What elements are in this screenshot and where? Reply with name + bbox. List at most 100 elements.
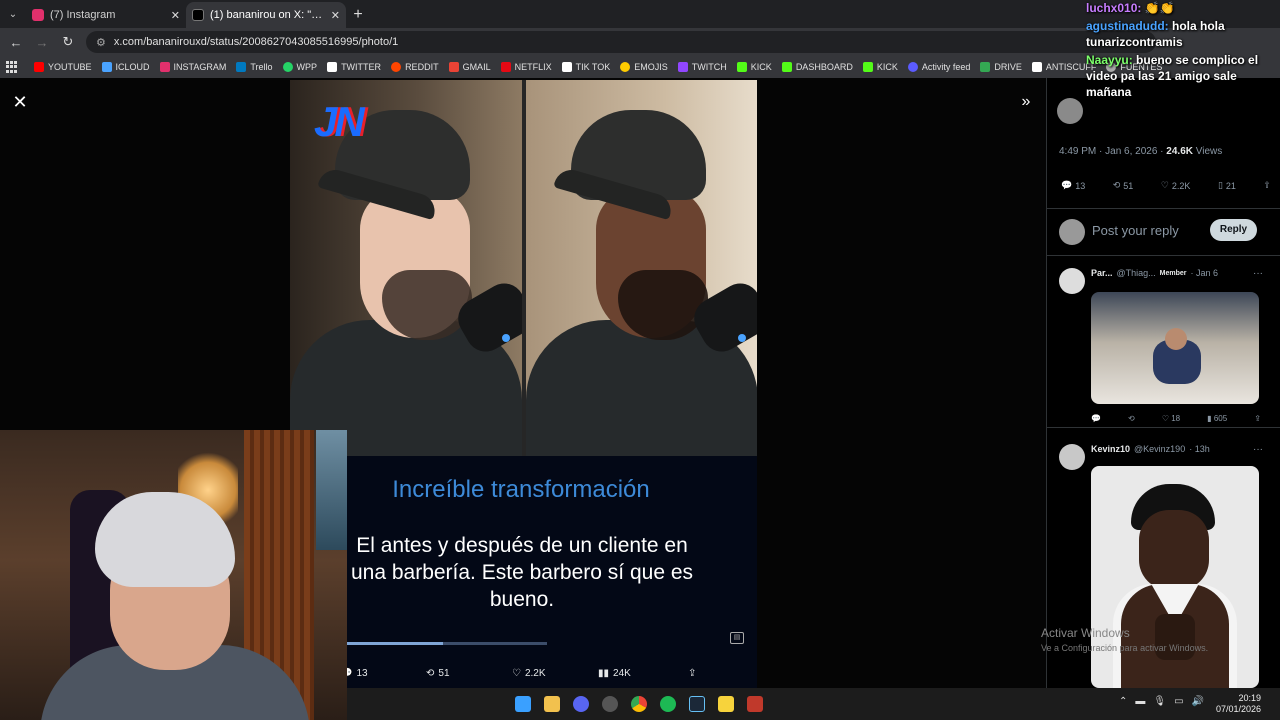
- share-icon: ⇪: [688, 667, 697, 679]
- repost-icon: ⟲: [426, 667, 435, 679]
- twitch-icon: [677, 62, 688, 72]
- tab-search-button[interactable]: ⌄: [0, 0, 26, 28]
- discord-icon[interactable]: [573, 696, 589, 712]
- bookmark-twitch[interactable]: TWITCH: [677, 62, 727, 72]
- system-clock[interactable]: 20:19 07/01/2026: [1205, 693, 1261, 715]
- reload-icon[interactable]: ↻: [60, 34, 76, 50]
- alt-text-icon[interactable]: ▤: [730, 632, 744, 644]
- bookmark-icloud[interactable]: ICLOUD: [101, 62, 150, 72]
- site-info-icon[interactable]: ⚙: [96, 36, 106, 49]
- tray-expand-icon[interactable]: ⌃: [1119, 696, 1127, 707]
- bookmark-kick[interactable]: KICK: [736, 62, 772, 72]
- x-icon: [192, 9, 204, 21]
- instagram-icon: [32, 9, 44, 21]
- windows-activation-subtitle: Ve a Configuración para activar Windows.: [1041, 643, 1209, 653]
- chat-user: agustinadudd:: [1086, 19, 1169, 33]
- repost-icon[interactable]: ⟲: [1128, 414, 1135, 423]
- bookmark-drive[interactable]: DRIVE: [980, 62, 1022, 72]
- new-tab-button[interactable]: +: [346, 2, 370, 28]
- expand-sidebar-icon[interactable]: »: [1016, 92, 1036, 112]
- close-tab-icon[interactable]: ✕: [331, 9, 340, 22]
- reply-post[interactable]: Par... @Thiag... Member · Jan 6 ··· 💬 ⟲ ♡ 1…: [1047, 268, 1280, 428]
- reply-icon[interactable]: 💬: [1091, 414, 1101, 423]
- tab-x-post[interactable]: (1) bananirou on X: "https://t.co ✕: [186, 2, 346, 28]
- reply-sidebar: 4:49 PM · Jan 6, 2026 · 24.6K Views 💬 13 …: [1046, 78, 1280, 688]
- reply-action[interactable]: 💬13: [340, 664, 426, 682]
- reply-input[interactable]: Post your reply: [1092, 223, 1179, 238]
- bookmark-emojis[interactable]: EMOJIS: [620, 62, 668, 72]
- like-count[interactable]: ♡ 18: [1162, 414, 1180, 423]
- more-options-icon[interactable]: ···: [1253, 444, 1263, 455]
- bookmark-wpp[interactable]: WPP: [282, 62, 317, 72]
- caption-title: Increíble transformación: [392, 476, 650, 503]
- trello-icon: [236, 62, 247, 72]
- bookmark-count[interactable]: ▯ 21: [1218, 180, 1236, 191]
- instagram-icon: [159, 62, 170, 72]
- back-icon[interactable]: ←: [8, 35, 24, 50]
- reply-avatar[interactable]: [1059, 444, 1085, 470]
- reply-actions: 💬 ⟲ ♡ 18 ▮ 605 ⇪: [1091, 414, 1261, 423]
- apps-grid-icon[interactable]: [6, 61, 18, 73]
- bookmark-activity-feed[interactable]: Activity feed: [907, 62, 970, 72]
- windows-start-icon[interactable]: [515, 696, 531, 712]
- bookmark-netflix[interactable]: NETFLIX: [500, 62, 552, 72]
- x-icon: [327, 62, 338, 72]
- url-text: x.com/bananirouxd/status/200862704308551…: [113, 36, 399, 48]
- tweet-photo[interactable]: JN: [290, 80, 757, 458]
- more-options-icon[interactable]: ···: [1253, 268, 1263, 279]
- bookmark-reddit[interactable]: REDDIT: [391, 62, 439, 72]
- share-action[interactable]: ⇪: [688, 664, 696, 682]
- views-count[interactable]: ▮ 605: [1207, 414, 1227, 423]
- like-action[interactable]: ♡ 2.2K: [512, 664, 598, 682]
- views-action[interactable]: ▮▮ 24K: [598, 664, 688, 682]
- file-explorer-icon[interactable]: [544, 696, 560, 712]
- close-tab-icon[interactable]: ✕: [171, 9, 180, 22]
- tab-title: (7) Instagram: [50, 9, 116, 21]
- forward-icon[interactable]: →: [34, 35, 50, 50]
- microphone-icon[interactable]: 🎙: [1153, 696, 1166, 707]
- bookmark-instagram[interactable]: INSTAGRAM: [159, 62, 226, 72]
- bookmark-trello[interactable]: Trello: [236, 62, 273, 72]
- steam-icon[interactable]: [689, 696, 705, 712]
- network-icon[interactable]: ▭: [1174, 696, 1183, 707]
- activity-icon: [907, 62, 918, 72]
- chrome-icon[interactable]: [631, 696, 647, 712]
- bookmark-gmail[interactable]: GMAIL: [448, 62, 491, 72]
- bookmark-dashboard[interactable]: DASHBOARD: [781, 62, 853, 72]
- reply-button[interactable]: Reply: [1210, 219, 1257, 241]
- volume-icon[interactable]: 🔊: [1192, 696, 1204, 707]
- reply-image[interactable]: [1091, 466, 1259, 688]
- bookmark-youtube[interactable]: YOUTUBE: [34, 62, 92, 72]
- repost-action[interactable]: ⟲ 51: [426, 664, 512, 682]
- tab-instagram[interactable]: (7) Instagram ✕: [26, 2, 186, 28]
- app-icon[interactable]: [747, 696, 763, 712]
- sticky-notes-icon[interactable]: [718, 696, 734, 712]
- flag-icon[interactable]: ▬: [1135, 696, 1145, 707]
- caption-body: El antes y después de un cliente en una …: [350, 534, 694, 611]
- bookmark-tiktok[interactable]: TIK TOK: [561, 62, 610, 72]
- reply-avatar[interactable]: [1059, 268, 1085, 294]
- share-button[interactable]: ⇪: [1263, 180, 1271, 191]
- reply-image[interactable]: [1091, 292, 1259, 404]
- repost-count[interactable]: ⟲ 51: [1113, 180, 1134, 191]
- jn-logo: JN: [314, 98, 365, 145]
- heart-icon: ♡: [1160, 180, 1169, 190]
- bookmark-kick[interactable]: KICK: [862, 62, 898, 72]
- repost-icon: ⟲: [1112, 180, 1121, 190]
- close-icon[interactable]: ✕: [10, 92, 30, 112]
- address-bar[interactable]: ⚙ x.com/bananirouxd/status/2008627043085…: [86, 31, 1156, 53]
- share-icon: ⇪: [1263, 180, 1271, 190]
- chat-message: agustinadudd: hola hola tunarizcontramis: [1086, 19, 1225, 49]
- like-count[interactable]: ♡ 2.2K: [1161, 180, 1191, 191]
- author-avatar[interactable]: [1057, 98, 1083, 124]
- youtube-icon: [34, 62, 44, 72]
- bookmark-twitter[interactable]: TWITTER: [327, 62, 381, 72]
- antiscuff-icon: [1031, 62, 1042, 72]
- share-icon[interactable]: ⇪: [1254, 414, 1261, 423]
- reply-count[interactable]: 💬 13: [1061, 180, 1085, 191]
- tab-title: (1) bananirou on X: "https://t.co: [210, 9, 325, 21]
- spotify-icon[interactable]: [660, 696, 676, 712]
- before-image: JN: [290, 80, 522, 456]
- obs-icon[interactable]: [602, 696, 618, 712]
- video-progress-bar[interactable]: [347, 642, 547, 645]
